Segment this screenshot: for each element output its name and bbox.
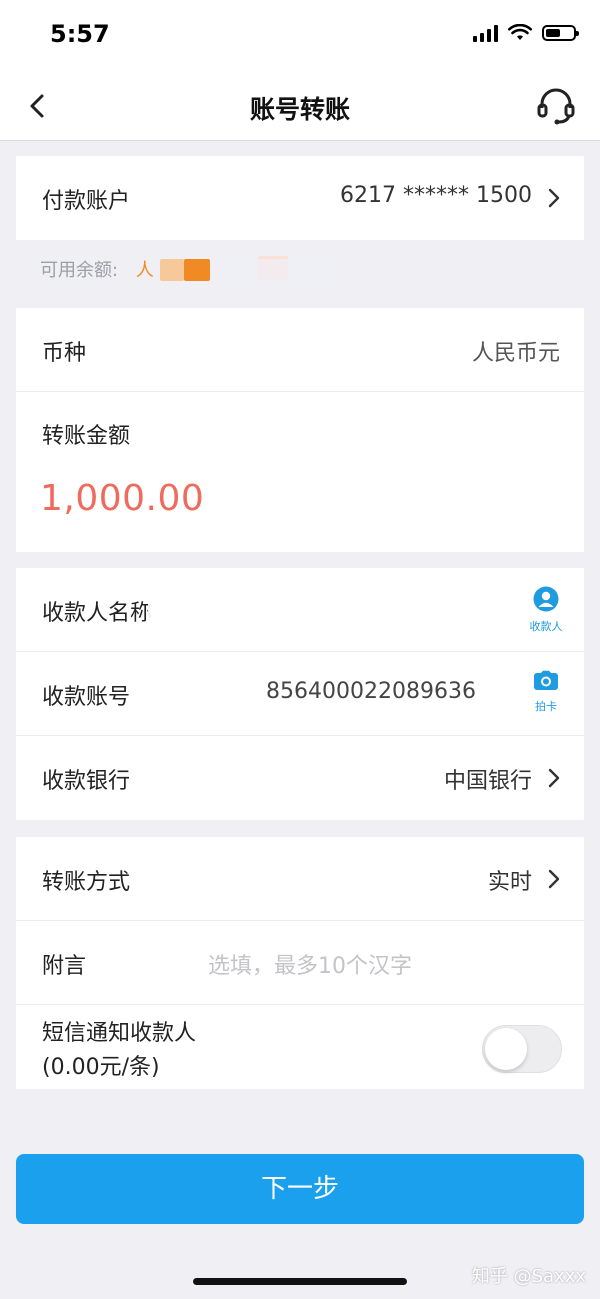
payee-account-label: 收款账号: [42, 685, 131, 710]
camera-icon: [534, 670, 558, 690]
nav-bar: 账号转账: [0, 72, 600, 141]
transfer-method-row[interactable]: 转账方式 实时: [16, 837, 584, 921]
redacted-balance-mark: [222, 259, 332, 281]
redacted-name-mark: [148, 586, 266, 634]
transfer-method-label: 转账方式: [42, 870, 131, 895]
page-title: 账号转账: [249, 95, 350, 124]
amount-label: 转账金额: [42, 424, 131, 449]
payee-contacts-button[interactable]: 收款人: [522, 586, 570, 634]
battery-icon: [542, 25, 579, 41]
payee-contacts-label: 收款人: [529, 620, 563, 633]
scan-card-label: 拍卡: [535, 700, 557, 713]
watermark: 知乎 @Saxxx: [471, 1266, 586, 1287]
amount-card: 币种 人民币元 转账金额 1,000.00: [16, 308, 584, 552]
headset-icon[interactable]: [534, 84, 578, 128]
note-label: 附言: [42, 954, 87, 979]
note-row[interactable]: 附言 选填，最多10个汉字: [16, 921, 584, 1005]
payee-card: 收款人名称 收款人 收款账号 856400022089636 拍卡 收款银行 中…: [16, 568, 584, 820]
transfer-method-value: 实时: [487, 870, 532, 895]
payee-name-label: 收款人名称: [42, 601, 153, 626]
payer-account-value: 6217 ****** 1500: [340, 183, 532, 208]
redacted-balance-mark: [160, 259, 184, 281]
payee-account-row[interactable]: 收款账号 856400022089636 拍卡: [16, 652, 584, 736]
sms-notify-label: 短信通知收款人 (0.00元/条): [42, 1017, 196, 1085]
amount-row[interactable]: 转账金额 1,000.00: [16, 392, 584, 552]
payee-name-row[interactable]: 收款人名称 收款人: [16, 568, 584, 652]
status-time: 5:57: [50, 20, 110, 48]
payee-bank-row[interactable]: 收款银行 中国银行: [16, 736, 584, 820]
scan-card-button[interactable]: 拍卡: [522, 670, 570, 714]
sms-notify-fee: (0.00元/条): [42, 1055, 160, 1080]
chevron-right-icon: [548, 869, 560, 889]
next-step-button[interactable]: 下一步: [16, 1154, 584, 1224]
wifi-icon: [508, 24, 532, 40]
chevron-right-icon: [548, 768, 560, 788]
cellular-signal-icon: [473, 24, 498, 42]
chevron-right-icon: [548, 188, 560, 208]
payee-account-value[interactable]: 856400022089636: [266, 679, 476, 704]
amount-value[interactable]: 1,000.00: [40, 478, 204, 519]
options-card: 转账方式 实时 附言 选填，最多10个汉字 短信通知收款人 (0.00元/条): [16, 837, 584, 1089]
currency-row: 币种 人民币元: [16, 308, 584, 392]
status-icons: [473, 24, 579, 42]
toggle-knob: [485, 1028, 527, 1070]
user-icon: [533, 586, 559, 612]
available-balance: 可用余额: 人: [40, 256, 154, 282]
payee-bank-value: 中国银行: [443, 769, 532, 794]
payer-card: 付款账户 6217 ****** 1500: [16, 156, 584, 240]
home-indicator: [193, 1278, 407, 1285]
sms-notify-label-line1: 短信通知收款人: [42, 1021, 197, 1046]
available-balance-label: 可用余额:: [40, 260, 119, 281]
payee-bank-label: 收款银行: [42, 769, 131, 794]
currency-label: 币种: [42, 341, 87, 366]
sms-notify-toggle[interactable]: [482, 1025, 562, 1073]
status-bar: 5:57: [0, 0, 600, 72]
payer-account-row[interactable]: 付款账户 6217 ****** 1500: [16, 156, 584, 240]
currency-value: 人民币元: [471, 341, 560, 366]
available-balance-value: 人: [135, 260, 154, 281]
note-input[interactable]: 选填，最多10个汉字: [208, 948, 412, 980]
redacted-balance-mark: [184, 259, 210, 281]
payer-account-label: 付款账户: [42, 189, 131, 214]
sms-notify-row: 短信通知收款人 (0.00元/条): [16, 1005, 584, 1089]
